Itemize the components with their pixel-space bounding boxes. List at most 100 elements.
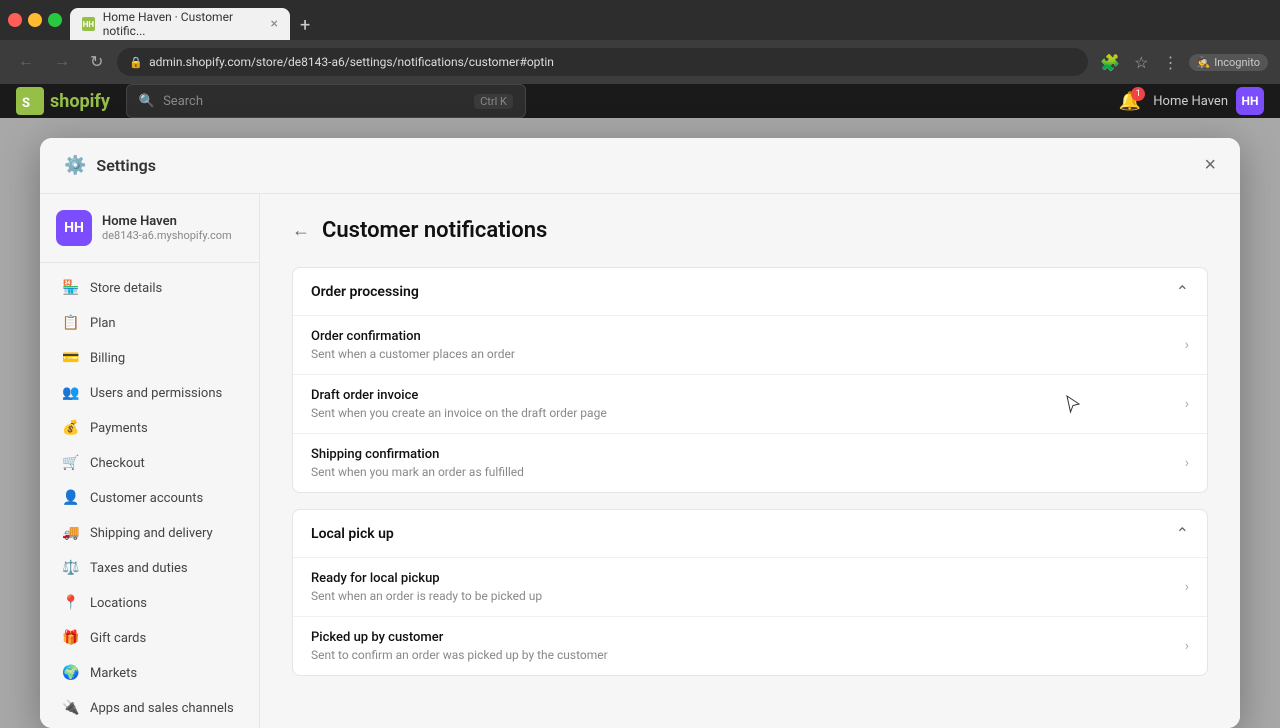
local-pickup-header[interactable]: Local pick up ⌃ (293, 510, 1207, 557)
billing-icon: 💳 (62, 349, 80, 367)
draft-order-invoice-item[interactable]: Draft order invoice Sent when you create… (293, 374, 1207, 433)
search-shortcut: Ctrl K (474, 94, 513, 109)
shipping-confirmation-desc: Sent when you mark an order as fulfilled (311, 465, 1185, 479)
ready-for-pickup-title: Ready for local pickup (311, 571, 1185, 586)
checkout-icon: 🛒 (62, 454, 80, 472)
active-tab[interactable]: HH Home Haven · Customer notific... × (70, 8, 290, 40)
sidebar-item-markets[interactable]: 🌍 Markets (46, 656, 253, 690)
ready-for-pickup-item[interactable]: Ready for local pickup Sent when an orde… (293, 557, 1207, 616)
sidebar-store-avatar: HH (56, 210, 92, 246)
local-pickup-card: Local pick up ⌃ Ready for local pickup S… (292, 509, 1208, 676)
settings-title-row: ⚙️ Settings (64, 155, 156, 176)
shopify-logo-icon: S (16, 87, 44, 115)
order-processing-toggle[interactable]: ⌃ (1176, 282, 1189, 301)
settings-main: ← Customer notifications Order processin… (260, 194, 1240, 728)
sidebar-item-shipping-delivery[interactable]: 🚚 Shipping and delivery (46, 516, 253, 550)
store-info: HH Home Haven de8143-a6.myshopify.com (40, 210, 259, 263)
sidebar-item-payments[interactable]: 💰 Payments (46, 411, 253, 445)
incognito-icon: 🕵 (1197, 56, 1211, 69)
order-processing-card: Order processing ⌃ Order confirmation Se… (292, 267, 1208, 493)
lock-icon: 🔒 (129, 56, 143, 69)
sidebar-item-store-details[interactable]: 🏪 Store details (46, 271, 253, 305)
gift-cards-icon: 🎁 (62, 629, 80, 647)
sidebar-label-plan: Plan (90, 316, 116, 331)
notification-button[interactable]: 🔔 1 (1119, 91, 1141, 112)
shipping-confirmation-item[interactable]: Shipping confirmation Sent when you mark… (293, 433, 1207, 492)
notification-badge: 1 (1131, 87, 1145, 101)
address-bar-row: ← → ↻ 🔒 admin.shopify.com/store/de8143-a… (0, 40, 1280, 84)
shipping-icon: 🚚 (62, 524, 80, 542)
sidebar-item-billing[interactable]: 💳 Billing (46, 341, 253, 375)
sidebar-label-locations: Locations (90, 596, 147, 611)
back-button[interactable]: ← (12, 49, 40, 75)
address-bar[interactable]: 🔒 admin.shopify.com/store/de8143-a6/sett… (117, 48, 1088, 76)
sidebar-label-markets: Markets (90, 666, 137, 681)
order-processing-title: Order processing (311, 284, 419, 300)
sidebar-item-users-permissions[interactable]: 👥 Users and permissions (46, 376, 253, 410)
sidebar-label-payments: Payments (90, 421, 148, 436)
search-bar[interactable]: 🔍 Search Ctrl K (126, 84, 526, 118)
sidebar-label-users-permissions: Users and permissions (90, 386, 222, 401)
settings-close-button[interactable]: × (1204, 154, 1216, 177)
back-button[interactable]: ← (292, 220, 310, 241)
sidebar-label-customer-accounts: Customer accounts (90, 491, 203, 506)
settings-modal: ⚙️ Settings × HH Home Haven de8143-a6.my… (40, 138, 1240, 728)
settings-overlay: ⚙️ Settings × HH Home Haven de8143-a6.my… (0, 118, 1280, 728)
shopify-topbar: S shopify 🔍 Search Ctrl K 🔔 1 Home Haven… (0, 84, 1280, 118)
order-confirmation-info: Order confirmation Sent when a customer … (311, 329, 1185, 361)
sidebar-label-billing: Billing (90, 351, 125, 366)
toolbar-icons: 🧩 ☆ ⋮ 🕵 Incognito (1096, 49, 1268, 76)
tab-favicon: HH (82, 17, 95, 31)
sidebar-item-taxes-duties[interactable]: ⚖️ Taxes and duties (46, 551, 253, 585)
store-avatar: HH (1236, 87, 1264, 115)
customer-accounts-icon: 👤 (62, 489, 80, 507)
draft-order-arrow: › (1185, 396, 1189, 412)
sidebar-store-name: Home Haven (102, 214, 232, 229)
draft-order-info: Draft order invoice Sent when you create… (311, 388, 1185, 420)
window-close-btn[interactable] (8, 13, 22, 27)
sidebar-item-plan[interactable]: 📋 Plan (46, 306, 253, 340)
bookmark-icon[interactable]: ☆ (1130, 49, 1152, 76)
sidebar-label-store-details: Store details (90, 281, 162, 296)
order-processing-header[interactable]: Order processing ⌃ (293, 268, 1207, 315)
page-title: Customer notifications (322, 218, 547, 243)
draft-order-title: Draft order invoice (311, 388, 1185, 403)
picked-up-arrow: › (1185, 638, 1189, 654)
sidebar-label-apps-sales-channels: Apps and sales channels (90, 701, 234, 716)
local-pickup-toggle[interactable]: ⌃ (1176, 524, 1189, 543)
url-text: admin.shopify.com/store/de8143-a6/settin… (149, 55, 554, 69)
shopify-logo: S shopify (16, 87, 110, 115)
search-icon: 🔍 (139, 94, 155, 109)
sidebar-item-gift-cards[interactable]: 🎁 Gift cards (46, 621, 253, 655)
sidebar-item-customer-accounts[interactable]: 👤 Customer accounts (46, 481, 253, 515)
sidebar-item-checkout[interactable]: 🛒 Checkout (46, 446, 253, 480)
shipping-confirmation-arrow: › (1185, 455, 1189, 471)
tab-bar: HH Home Haven · Customer notific... × + (70, 0, 1272, 40)
shipping-confirmation-title: Shipping confirmation (311, 447, 1185, 462)
store-name-label: Home Haven (1153, 94, 1228, 109)
draft-order-desc: Sent when you create an invoice on the d… (311, 406, 1185, 420)
picked-up-by-customer-item[interactable]: Picked up by customer Sent to confirm an… (293, 616, 1207, 675)
reload-button[interactable]: ↻ (84, 48, 109, 76)
forward-button[interactable]: → (48, 49, 76, 75)
sidebar-label-shipping-delivery: Shipping and delivery (90, 526, 213, 541)
plan-icon: 📋 (62, 314, 80, 332)
order-confirmation-item[interactable]: Order confirmation Sent when a customer … (293, 315, 1207, 374)
tab-close-btn[interactable]: × (271, 16, 278, 32)
shopify-wordmark: shopify (50, 91, 110, 112)
store-selector[interactable]: Home Haven HH (1153, 87, 1264, 115)
new-tab-button[interactable]: + (292, 11, 318, 40)
search-placeholder: Search (163, 94, 203, 109)
window-minimize-btn[interactable] (28, 13, 42, 27)
sidebar-item-locations[interactable]: 📍 Locations (46, 586, 253, 620)
markets-icon: 🌍 (62, 664, 80, 682)
window-maximize-btn[interactable] (48, 13, 62, 27)
more-icon[interactable]: ⋮ (1159, 49, 1183, 76)
tab-title: Home Haven · Customer notific... (103, 10, 263, 38)
topbar-right: 🔔 1 Home Haven HH (1119, 87, 1264, 115)
picked-up-title: Picked up by customer (311, 630, 1185, 645)
sidebar-label-gift-cards: Gift cards (90, 631, 146, 646)
settings-title: Settings (96, 156, 156, 175)
ready-for-pickup-arrow: › (1185, 579, 1189, 595)
extensions-icon[interactable]: 🧩 (1096, 49, 1124, 76)
